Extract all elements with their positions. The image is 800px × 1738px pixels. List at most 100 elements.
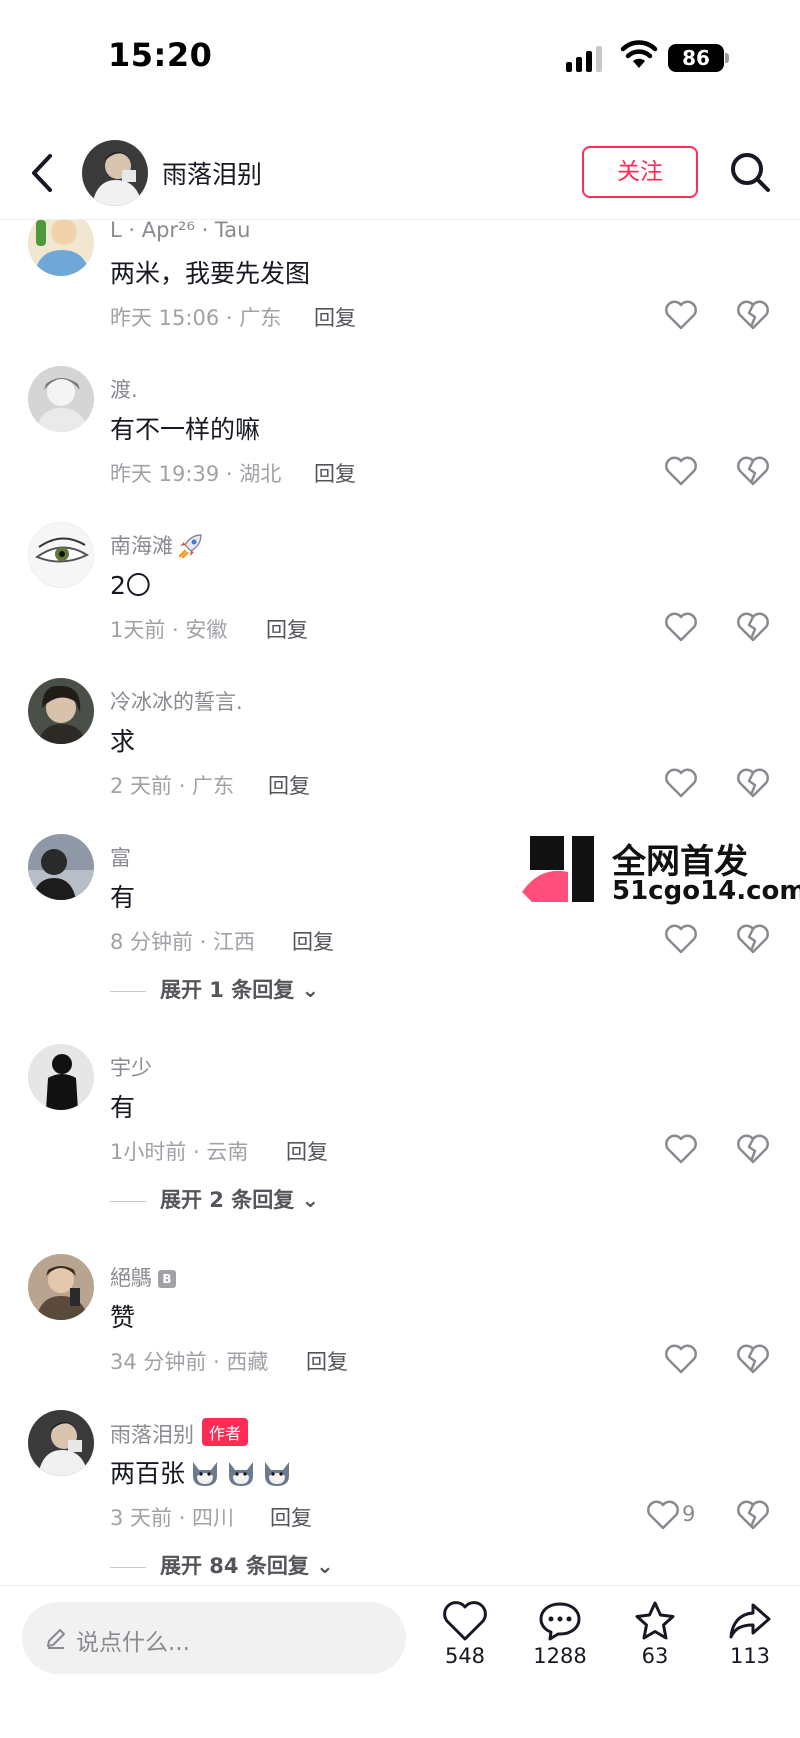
favorite-count: 63 [641, 1644, 669, 1668]
commenter-avatar[interactable] [28, 678, 94, 744]
comment-item: 渡. 有不一样的嘛 昨天 19:39 · 湖北 回复 [0, 366, 800, 506]
commenter-avatar[interactable] [28, 1044, 94, 1110]
star-icon [635, 1601, 675, 1640]
commenter-avatar[interactable] [28, 1254, 94, 1320]
favorite-action-button[interactable]: 63 [610, 1600, 700, 1690]
follow-button[interactable]: 关注 [582, 146, 698, 198]
like-heart-icon[interactable] [664, 768, 698, 798]
dislike-broken-heart-icon[interactable] [736, 456, 770, 486]
share-action-button[interactable]: 113 [705, 1600, 795, 1690]
dislike-broken-heart-icon[interactable] [736, 924, 770, 954]
comment-like-count: 9 [682, 1502, 696, 1526]
watermark-logo-icon [522, 836, 594, 902]
watermark: 全网首发 51cgo14.com [522, 836, 800, 906]
comment-username-text: 南海滩 [110, 534, 173, 558]
header-avatar[interactable] [82, 140, 148, 206]
wolf-emoji-icon [193, 1462, 218, 1486]
share-arrow-icon [729, 1603, 771, 1639]
bottom-action-bar: 说点什么... 548 1288 63 113 [0, 1585, 800, 1738]
comment-time-location: 8 分钟前 · 江西 [110, 930, 256, 954]
comment-text-content: 两百张 [110, 1459, 186, 1488]
comment-item: 雨落泪别 作者 两百张 3 天前 · 四川 回复 9 展开 84 条回复 ⌄ [0, 1410, 800, 1585]
comment-username[interactable]: 冷冰冰的誓言. [110, 686, 243, 716]
comment-input[interactable]: 说点什么... [22, 1602, 406, 1674]
comment-action-button[interactable]: 1288 [515, 1600, 605, 1690]
expand-replies-button[interactable]: 展开 1 条回复 ⌄ [110, 974, 319, 1004]
battery-level: 86 [668, 44, 724, 72]
pencil-icon [47, 1629, 65, 1649]
commenter-avatar[interactable] [28, 1410, 94, 1476]
like-heart-icon[interactable] [664, 1134, 698, 1164]
battery-indicator: 86 [668, 44, 729, 72]
dislike-broken-heart-icon[interactable] [736, 1500, 770, 1530]
comment-text: 有不一样的嘛 [110, 415, 261, 444]
comment-text: 有 [110, 1093, 136, 1122]
comment-item: L · Apr²⁶ · Tau 两米，我要先发图 昨天 15:06 · 广东 回… [0, 220, 800, 350]
commenter-avatar[interactable] [28, 366, 94, 432]
like-heart-icon[interactable] [646, 1500, 680, 1530]
comment-username-text: 雨落泪别 [110, 1423, 194, 1447]
watermark-url: 51cgo14.com [612, 876, 800, 906]
like-heart-icon[interactable] [664, 300, 698, 330]
commenter-avatar[interactable] [28, 834, 94, 900]
comment-item: 南海滩 2〇 1天前 · 安徽 回复 [0, 522, 800, 662]
reply-button[interactable]: 回复 [270, 1502, 312, 1532]
dislike-broken-heart-icon[interactable] [736, 300, 770, 330]
dislike-broken-heart-icon[interactable] [736, 612, 770, 642]
back-arrow-icon[interactable] [26, 150, 60, 196]
like-heart-icon[interactable] [664, 612, 698, 642]
comment-time-location: 昨天 19:39 · 湖北 [110, 462, 282, 486]
comment-time-location: 昨天 15:06 · 广东 [110, 306, 282, 330]
comment-username[interactable]: L · Apr²⁶ · Tau [110, 220, 250, 242]
comment-text: 求 [110, 727, 136, 756]
wolf-emoji-icon [265, 1462, 290, 1486]
comment-time-location: 2 天前 · 广东 [110, 774, 235, 798]
commenter-avatar[interactable] [28, 220, 94, 276]
comment-time-location: 34 分钟前 · 西藏 [110, 1350, 269, 1374]
reply-button[interactable]: 回复 [306, 1346, 348, 1376]
expand-replies-label: 展开 1 条回复 [160, 978, 295, 1002]
comment-username[interactable]: 南海滩 [110, 530, 205, 560]
share-count: 113 [729, 1644, 771, 1668]
profile-header: 雨落泪别 关注 [0, 130, 800, 220]
expand-replies-button[interactable]: 展开 84 条回复 ⌄ [110, 1550, 334, 1580]
chevron-down-icon: ⌄ [301, 1188, 320, 1212]
dislike-broken-heart-icon[interactable] [736, 768, 770, 798]
chevron-down-icon: ⌄ [316, 1554, 334, 1578]
expand-replies-label: 展开 84 条回复 [160, 1554, 309, 1578]
reply-button[interactable]: 回复 [314, 302, 356, 332]
comment-input-placeholder: 说点什么... [76, 1630, 190, 1656]
cellular-signal-icon [566, 46, 602, 72]
wifi-icon [620, 40, 658, 68]
dislike-broken-heart-icon[interactable] [736, 1344, 770, 1374]
expand-divider [110, 1566, 146, 1568]
like-action-button[interactable]: 548 [420, 1600, 510, 1690]
header-username[interactable]: 雨落泪别 [162, 155, 262, 191]
like-heart-icon[interactable] [664, 1344, 698, 1374]
comment-username[interactable]: 絕鷌 B [110, 1262, 176, 1292]
comment-username[interactable]: 富 [110, 842, 131, 872]
dislike-broken-heart-icon[interactable] [736, 1134, 770, 1164]
comment-count: 1288 [533, 1644, 587, 1668]
comment-username[interactable]: 雨落泪别 作者 [110, 1418, 249, 1449]
reply-button[interactable]: 回复 [286, 1136, 328, 1166]
reply-button[interactable]: 回复 [268, 770, 310, 800]
comment-item: 絕鷌 B 赞 34 分钟前 · 西藏 回复 [0, 1254, 800, 1394]
search-icon[interactable] [728, 150, 772, 194]
reply-button[interactable]: 回复 [292, 926, 334, 956]
reply-button[interactable]: 回复 [314, 458, 356, 488]
like-heart-icon[interactable] [664, 924, 698, 954]
comment-time-location: 1天前 · 安徽 [110, 618, 228, 642]
comment-username[interactable]: 宇少 [110, 1052, 152, 1082]
comment-text: 赞 [110, 1303, 136, 1332]
comment-text: 2〇 [110, 571, 151, 600]
comment-item: 冷冰冰的誓言. 求 2 天前 · 广东 回复 [0, 678, 800, 818]
like-heart-icon[interactable] [664, 456, 698, 486]
comment-username[interactable]: 渡. [110, 374, 138, 404]
expand-replies-button[interactable]: 展开 2 条回复 ⌄ [110, 1184, 319, 1214]
status-bar: 15:20 86 [0, 0, 800, 110]
expand-replies-label: 展开 2 条回复 [160, 1188, 295, 1212]
expand-divider [110, 990, 146, 992]
commenter-avatar[interactable] [28, 522, 94, 588]
reply-button[interactable]: 回复 [266, 614, 308, 644]
